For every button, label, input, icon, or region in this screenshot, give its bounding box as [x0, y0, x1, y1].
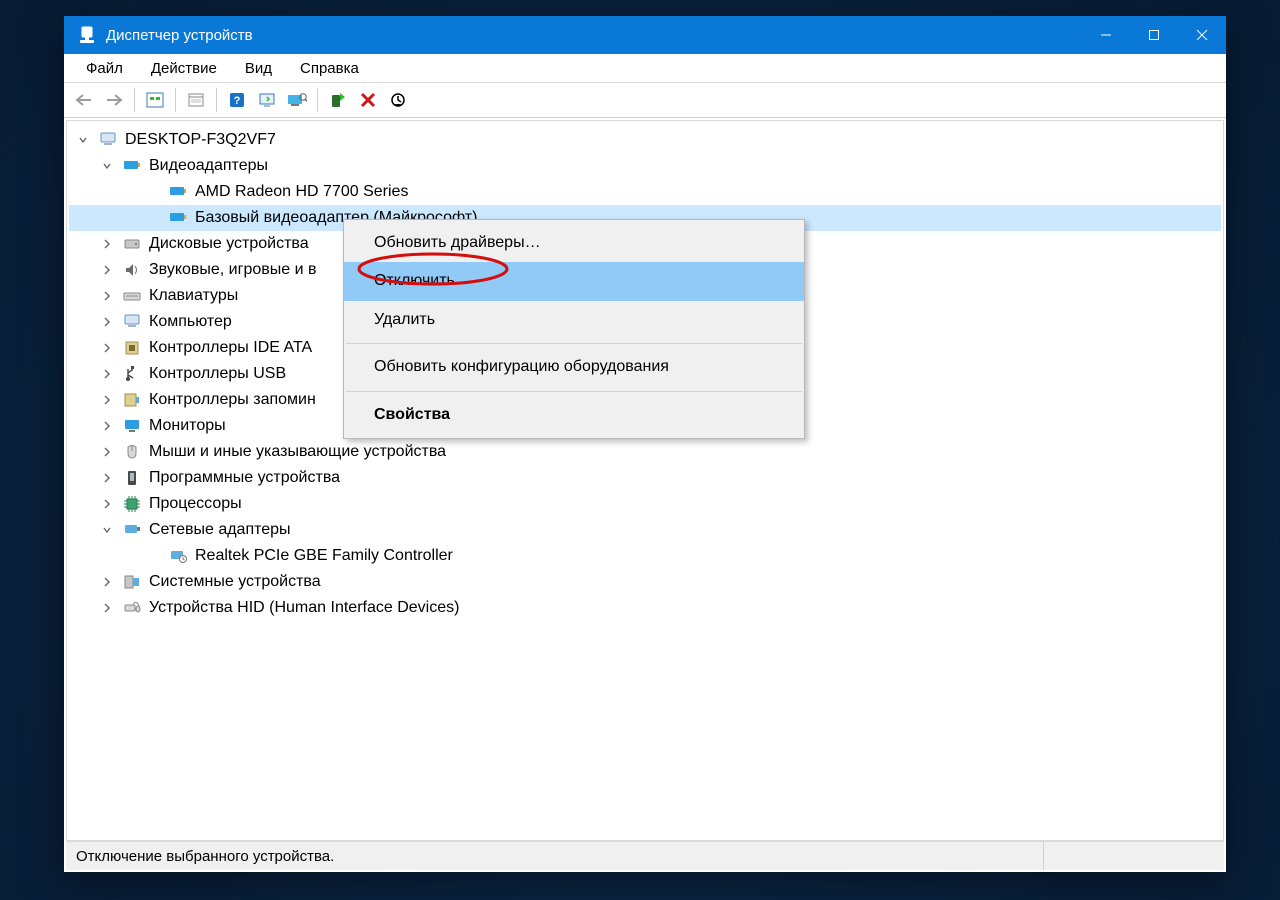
display-adapter-icon: [123, 157, 141, 175]
tree-label: Realtek PCIe GBE Family Controller: [195, 543, 459, 569]
update-driver-button[interactable]: [283, 86, 311, 114]
properties-button[interactable]: [182, 86, 210, 114]
context-menu-scan-hardware[interactable]: Обновить конфигурацию оборудования: [344, 348, 804, 386]
show-hide-tree-button[interactable]: [141, 86, 169, 114]
context-menu-separator: [346, 343, 802, 344]
minimize-button[interactable]: [1082, 16, 1130, 54]
context-menu: Обновить драйверы… Отключить Удалить Обн…: [343, 219, 805, 439]
display-adapter-icon: [169, 183, 187, 201]
tree-device-realtek-gbe[interactable]: Realtek PCIe GBE Family Controller: [69, 543, 1221, 569]
software-device-icon: [123, 469, 141, 487]
maximize-button[interactable]: [1130, 16, 1178, 54]
tree-label: Мыши и иные указывающие устройства: [149, 439, 452, 465]
tree-label: Клавиатуры: [149, 283, 244, 309]
controller-icon: [123, 339, 141, 357]
toolbar: ?: [64, 83, 1226, 118]
tree-label: Программные устройства: [149, 465, 346, 491]
statusbar: Отключение выбранного устройства.: [66, 841, 1224, 870]
close-button[interactable]: [1178, 16, 1226, 54]
chevron-down-icon[interactable]: [99, 158, 115, 174]
sound-icon: [123, 261, 141, 279]
display-adapter-icon: [169, 209, 187, 227]
tree-category-network-adapters[interactable]: Сетевые адаптеры: [69, 517, 1221, 543]
network-adapter-icon: [123, 521, 141, 539]
tree-label: Системные устройства: [149, 569, 327, 595]
menu-file[interactable]: Файл: [72, 56, 137, 81]
disk-drive-icon: [123, 235, 141, 253]
tree-category-processors[interactable]: Процессоры: [69, 491, 1221, 517]
tree-label: Сетевые адаптеры: [149, 517, 297, 543]
chevron-right-icon[interactable]: [99, 444, 115, 460]
device-tree[interactable]: DESKTOP-F3Q2VF7 Видеоадаптеры AMD Radeon…: [67, 121, 1223, 840]
chevron-right-icon[interactable]: [99, 392, 115, 408]
tree-category-mouse[interactable]: Мыши и иные указывающие устройства: [69, 439, 1221, 465]
usb-icon: [123, 365, 141, 383]
chevron-right-icon[interactable]: [99, 288, 115, 304]
menu-view[interactable]: Вид: [231, 56, 286, 81]
computer-icon: [123, 313, 141, 331]
help-button[interactable]: ?: [223, 86, 251, 114]
tree-label: Контроллеры запомин: [149, 387, 322, 413]
content-frame: DESKTOP-F3Q2VF7 Видеоадаптеры AMD Radeon…: [66, 120, 1224, 841]
tree-label: Процессоры: [149, 491, 248, 517]
uninstall-button[interactable]: [354, 86, 382, 114]
titlebar[interactable]: Диспетчер устройств: [64, 16, 1226, 54]
chevron-right-icon[interactable]: [99, 496, 115, 512]
mouse-icon: [123, 443, 141, 461]
tree-label: Видеоадаптеры: [149, 153, 274, 179]
tree-category-hid[interactable]: Устройства HID (Human Interface Devices): [69, 595, 1221, 621]
chevron-right-icon[interactable]: [99, 418, 115, 434]
tree-label: Устройства HID (Human Interface Devices): [149, 595, 465, 621]
network-adapter-icon: [169, 547, 187, 565]
chevron-right-icon[interactable]: [99, 236, 115, 252]
device-manager-icon: [78, 26, 96, 44]
chevron-right-icon[interactable]: [99, 600, 115, 616]
tree-label: Контроллеры USB: [149, 361, 292, 387]
chevron-right-icon[interactable]: [99, 574, 115, 590]
context-menu-uninstall[interactable]: Удалить: [344, 301, 804, 339]
device-manager-window: Диспетчер устройств Файл Действие Вид Сп…: [64, 16, 1226, 872]
chevron-down-icon[interactable]: [99, 522, 115, 538]
chevron-right-icon[interactable]: [99, 470, 115, 486]
statusbar-text: Отключение выбранного устройства.: [76, 848, 334, 865]
scan-hardware-button[interactable]: [253, 86, 281, 114]
system-device-icon: [123, 573, 141, 591]
computer-icon: [99, 131, 117, 149]
context-menu-disable[interactable]: Отключить: [344, 262, 804, 300]
context-menu-properties[interactable]: Свойства: [344, 396, 804, 434]
chevron-right-icon[interactable]: [99, 366, 115, 382]
keyboard-icon: [123, 287, 141, 305]
enable-button[interactable]: [324, 86, 352, 114]
tree-label: Компьютер: [149, 309, 238, 335]
disable-button[interactable]: [384, 86, 412, 114]
chevron-down-icon[interactable]: [75, 132, 91, 148]
nav-back-button[interactable]: [70, 86, 98, 114]
tree-category-software-devices[interactable]: Программные устройства: [69, 465, 1221, 491]
menubar: Файл Действие Вид Справка: [64, 54, 1226, 83]
context-menu-update-drivers[interactable]: Обновить драйверы…: [344, 224, 804, 262]
tree-label: Звуковые, игровые и в: [149, 257, 322, 283]
chevron-right-icon[interactable]: [99, 340, 115, 356]
tree-label: AMD Radeon HD 7700 Series: [195, 179, 414, 205]
window-title: Диспетчер устройств: [106, 27, 253, 44]
tree-label: Контроллеры IDE ATA: [149, 335, 318, 361]
tree-device-amd-radeon[interactable]: AMD Radeon HD 7700 Series: [69, 179, 1221, 205]
hid-icon: [123, 599, 141, 617]
svg-text:?: ?: [234, 95, 241, 107]
processor-icon: [123, 495, 141, 513]
monitor-icon: [123, 417, 141, 435]
chevron-right-icon[interactable]: [99, 314, 115, 330]
menu-help[interactable]: Справка: [286, 56, 373, 81]
tree-label: Мониторы: [149, 413, 232, 439]
tree-root[interactable]: DESKTOP-F3Q2VF7: [69, 127, 1221, 153]
tree-category-system-devices[interactable]: Системные устройства: [69, 569, 1221, 595]
tree-label: DESKTOP-F3Q2VF7: [125, 127, 282, 153]
nav-forward-button[interactable]: [100, 86, 128, 114]
tree-category-display-adapters[interactable]: Видеоадаптеры: [69, 153, 1221, 179]
tree-label: Дисковые устройства: [149, 231, 315, 257]
context-menu-separator: [346, 391, 802, 392]
menu-action[interactable]: Действие: [137, 56, 231, 81]
storage-controller-icon: [123, 391, 141, 409]
chevron-right-icon[interactable]: [99, 262, 115, 278]
